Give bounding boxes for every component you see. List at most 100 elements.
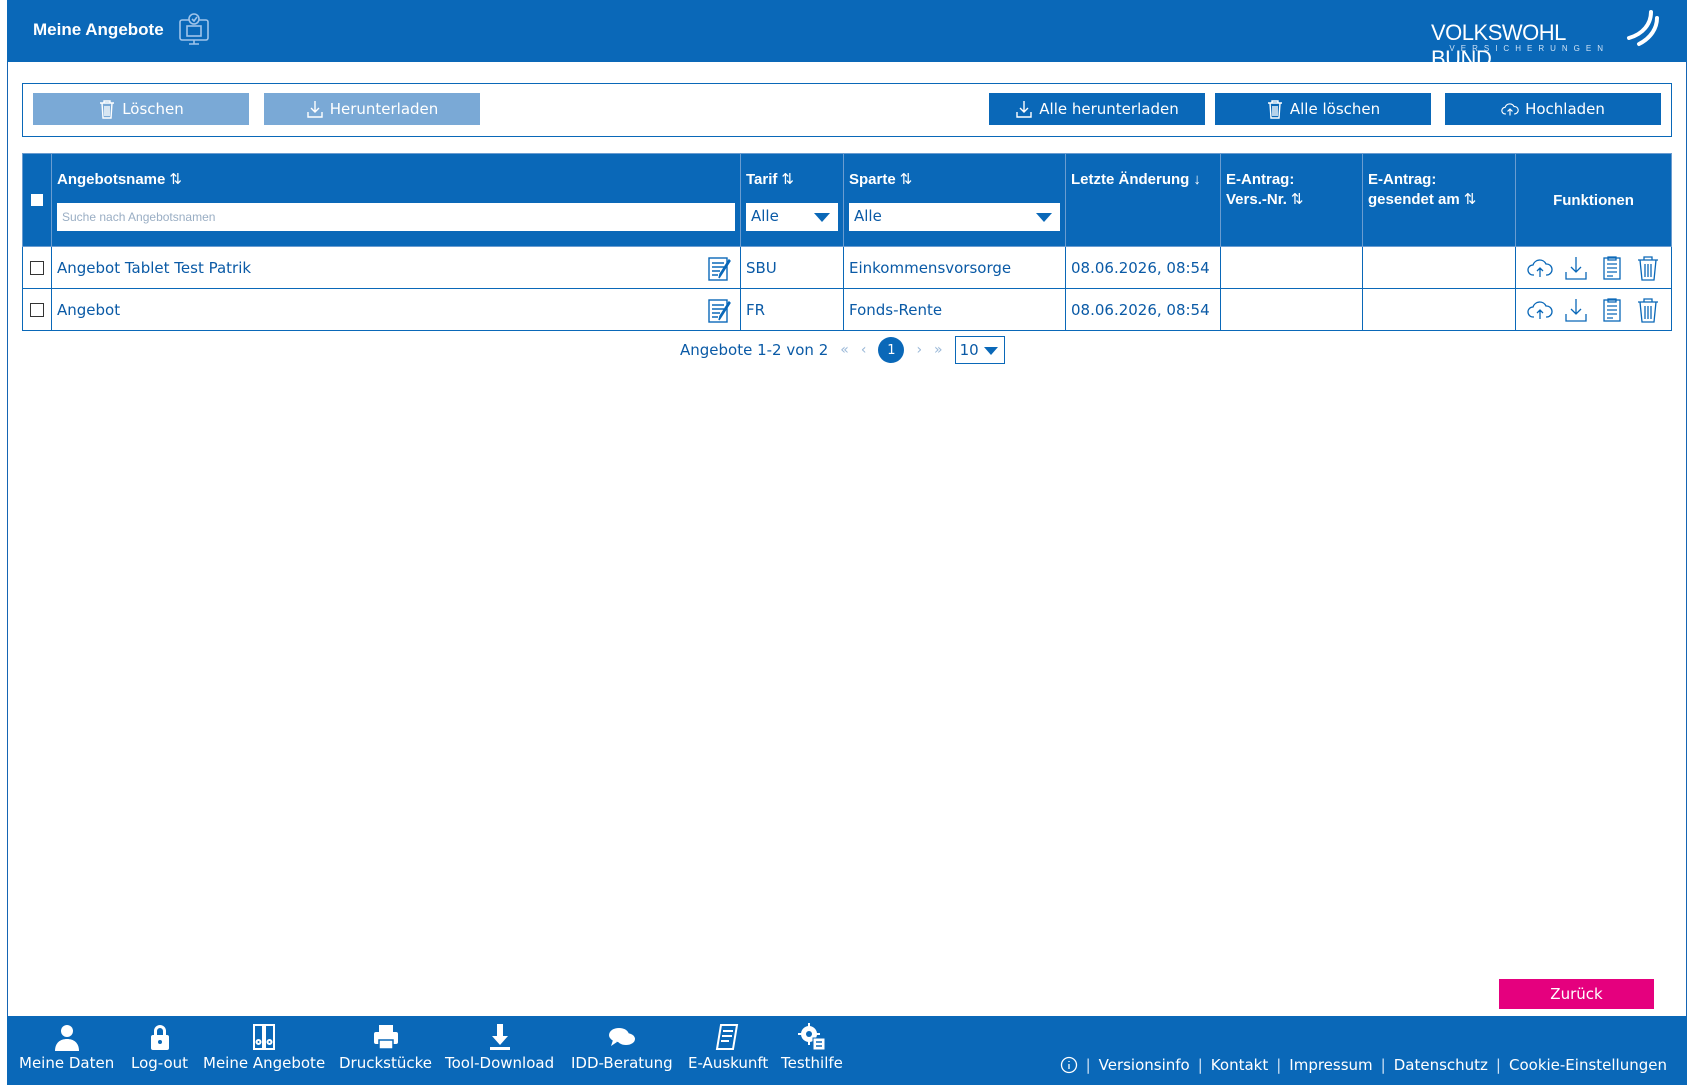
delete-button[interactable]: Löschen: [33, 93, 249, 125]
column-name[interactable]: Angebotsname ⇅: [51, 153, 741, 247]
pagination-summary: Angebote 1-2 von 2: [680, 341, 829, 359]
offer-name-cell[interactable]: Angebot: [51, 288, 741, 331]
row-checkbox[interactable]: [30, 261, 44, 275]
functions-cell: [1515, 246, 1672, 289]
link-datenschutz[interactable]: Datenschutz: [1394, 1056, 1488, 1074]
sort-icon[interactable]: ⇅: [900, 171, 913, 188]
sort-icon[interactable]: ⇅: [169, 171, 182, 188]
nav-label: Meine Angebote: [203, 1054, 326, 1072]
logo-sub-text: VERSICHERUNGEN: [1449, 44, 1609, 53]
cloud-upload-icon: [1501, 103, 1519, 116]
offer-name[interactable]: Angebot Tablet Test Patrik: [57, 259, 251, 277]
select-all-checkbox[interactable]: [31, 194, 43, 206]
download-icon[interactable]: [1562, 296, 1590, 324]
nav-label: IDD-Beratung: [571, 1054, 673, 1072]
nav-meine-daten[interactable]: Meine Daten: [19, 1022, 114, 1072]
column-functions-label: Funktionen: [1553, 191, 1634, 209]
trash-icon: [1267, 100, 1282, 119]
next-page-icon[interactable]: ›: [916, 342, 922, 358]
nav-tool-download[interactable]: Tool-Download: [445, 1022, 554, 1072]
last-page-icon[interactable]: »: [934, 342, 943, 358]
footer-bar: Meine Daten Log-out Meine Angebote Druck…: [7, 1016, 1687, 1085]
trash-icon[interactable]: [1634, 254, 1662, 282]
vers-nr-cell: [1220, 288, 1363, 331]
sort-icon[interactable]: ⇅: [1291, 191, 1304, 208]
column-name-label: Angebotsname: [57, 171, 166, 188]
column-tarif[interactable]: Tarif ⇅ Alle: [740, 153, 844, 247]
first-page-icon[interactable]: «: [840, 342, 849, 358]
clipboard-icon[interactable]: [1598, 254, 1626, 282]
sparte-cell: Einkommensvorsorge: [843, 246, 1066, 289]
delete-all-button-label: Alle löschen: [1289, 100, 1381, 118]
separator: |: [1495, 1056, 1501, 1074]
edit-document-icon[interactable]: [706, 255, 734, 283]
chevron-down-icon: [814, 213, 830, 222]
cloud-upload-icon[interactable]: [1526, 296, 1554, 324]
binders-icon: [253, 1024, 276, 1050]
nav-label: Testhilfe: [781, 1054, 843, 1072]
back-button[interactable]: Zurück: [1499, 979, 1654, 1009]
tarif-cell: SBU: [740, 246, 844, 289]
link-cookie-einstellungen[interactable]: Cookie-Einstellungen: [1509, 1056, 1667, 1074]
action-toolbar: Löschen Herunterladen Alle herunterladen…: [22, 83, 1672, 137]
info-icon[interactable]: [1060, 1056, 1078, 1074]
separator: |: [1276, 1056, 1282, 1074]
link-versionsinfo[interactable]: Versionsinfo: [1099, 1056, 1190, 1074]
page-size-select[interactable]: 10: [954, 336, 1005, 364]
column-vers-nr-label-1: E-Antrag:: [1226, 171, 1295, 188]
sort-icon[interactable]: ⇅: [781, 171, 794, 188]
offer-name-cell[interactable]: Angebot Tablet Test Patrik: [51, 246, 741, 289]
cloud-upload-icon[interactable]: [1526, 254, 1554, 282]
sort-desc-icon[interactable]: ↓: [1193, 171, 1201, 188]
column-changed[interactable]: Letzte Änderung ↓: [1065, 153, 1221, 247]
nav-idd-beratung[interactable]: IDD-Beratung: [571, 1022, 673, 1072]
download-icon[interactable]: [1562, 254, 1590, 282]
offer-name[interactable]: Angebot: [57, 301, 120, 319]
nav-label: Log-out: [131, 1054, 189, 1072]
upload-button[interactable]: Hochladen: [1445, 93, 1661, 125]
link-impressum[interactable]: Impressum: [1289, 1056, 1372, 1074]
edit-document-icon[interactable]: [706, 297, 734, 325]
column-vers-nr[interactable]: E-Antrag: Vers.-Nr. ⇅: [1220, 153, 1363, 247]
delete-all-button[interactable]: Alle löschen: [1215, 93, 1431, 125]
download-all-button[interactable]: Alle herunterladen: [989, 93, 1205, 125]
nav-e-auskunft[interactable]: E-Auskunft: [688, 1022, 768, 1072]
table-row[interactable]: Angebot FR Fonds-Rente 08.06.2026, 08:54: [22, 288, 1672, 331]
header-bar: Meine Angebote VOLKSWOHL BUND VERSICHERU…: [7, 0, 1687, 71]
column-sparte[interactable]: Sparte ⇅ Alle: [843, 153, 1066, 247]
footer-links: | Versionsinfo | Kontakt | Impressum | D…: [1060, 1056, 1667, 1074]
clipboard-icon[interactable]: [1598, 296, 1626, 324]
changed-cell: 08.06.2026, 08:54: [1065, 288, 1221, 331]
column-changed-label: Letzte Änderung: [1071, 171, 1190, 188]
table-row[interactable]: Angebot Tablet Test Patrik SBU Einkommen…: [22, 246, 1672, 289]
prev-page-icon[interactable]: ‹: [861, 342, 867, 358]
column-sent[interactable]: E-Antrag: gesendet am ⇅: [1362, 153, 1516, 247]
current-page[interactable]: 1: [878, 337, 905, 363]
search-input[interactable]: [57, 203, 735, 231]
nav-log-out[interactable]: Log-out: [131, 1022, 188, 1072]
trash-icon[interactable]: [1634, 296, 1662, 324]
nav-druckstuecke[interactable]: Druckstücke: [339, 1022, 432, 1072]
offers-table: Angebotsname⇅ Tarif⇅ Alle Sparte⇅ Alle: [22, 153, 1672, 331]
trash-icon: [100, 100, 115, 119]
person-icon: [54, 1025, 79, 1051]
functions-cell: [1515, 288, 1672, 331]
upload-button-label: Hochladen: [1525, 100, 1605, 118]
row-checkbox[interactable]: [30, 303, 44, 317]
link-kontakt[interactable]: Kontakt: [1211, 1056, 1268, 1074]
nav-testhilfe[interactable]: Testhilfe: [781, 1022, 843, 1072]
nav-label: E-Auskunft: [688, 1054, 769, 1072]
tarif-cell: FR: [740, 288, 844, 331]
sparte-filter-value: Alle: [854, 207, 882, 225]
download-button-label: Herunterladen: [329, 100, 439, 118]
sent-cell: [1362, 288, 1516, 331]
sent-cell: [1362, 246, 1516, 289]
row-select-cell: [22, 288, 52, 331]
nav-meine-angebote[interactable]: Meine Angebote: [203, 1022, 325, 1072]
separator: |: [1085, 1056, 1091, 1074]
sort-icon[interactable]: ⇅: [1464, 191, 1477, 208]
download-button[interactable]: Herunterladen: [264, 93, 480, 125]
page-size-value: 10: [959, 341, 979, 359]
sparte-filter-select[interactable]: Alle: [849, 203, 1060, 231]
tarif-filter-select[interactable]: Alle: [746, 203, 838, 231]
